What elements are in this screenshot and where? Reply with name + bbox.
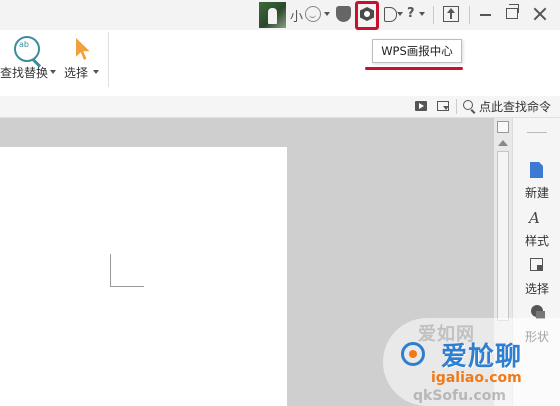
select-icon xyxy=(530,258,543,271)
search-icon[interactable] xyxy=(463,100,473,110)
find-replace-icon[interactable]: ab xyxy=(14,36,40,62)
watermark-title: 爱尬聊 xyxy=(441,342,523,372)
avatar[interactable] xyxy=(259,2,286,28)
margin-marker xyxy=(110,254,111,286)
watermark-url-secondary: qkSofu.com xyxy=(413,388,506,404)
title-bar: 小 ? xyxy=(0,0,560,30)
skin-icon[interactable] xyxy=(384,7,397,22)
task-pane-label: 样式 xyxy=(524,234,549,248)
find-replace-button[interactable]: 查找替换 xyxy=(0,64,48,81)
split-view-icon[interactable] xyxy=(497,121,509,133)
document-page[interactable] xyxy=(0,147,287,406)
new-doc-icon xyxy=(530,162,543,178)
ribbon: ab 查找替换 选择 xyxy=(0,30,560,96)
video-icon[interactable] xyxy=(415,101,427,111)
scroll-up-icon[interactable] xyxy=(498,140,508,146)
download-icon[interactable] xyxy=(437,101,449,111)
task-pane-select[interactable]: 选择 xyxy=(513,252,560,302)
restore-icon[interactable] xyxy=(506,4,519,19)
quick-toolbar: 点此查找命令 xyxy=(0,96,560,118)
watermark-logo-icon xyxy=(401,342,425,366)
user-name-label[interactable]: 小 xyxy=(290,6,303,25)
chevron-down-icon[interactable] xyxy=(93,70,99,74)
task-pane-style[interactable]: A 样式 xyxy=(513,204,560,254)
select-button[interactable]: 选择 xyxy=(64,64,88,81)
chevron-down-icon[interactable] xyxy=(50,70,56,74)
scrollbar-thumb[interactable] xyxy=(497,151,509,321)
help-button[interactable]: ? xyxy=(407,6,415,21)
drag-handle[interactable] xyxy=(527,132,547,133)
task-pane-new[interactable]: 新建 xyxy=(513,156,560,206)
chevron-down-icon[interactable] xyxy=(419,12,425,16)
divider xyxy=(469,6,470,24)
close-icon[interactable] xyxy=(532,6,548,22)
shape-icon xyxy=(531,305,545,319)
chevron-down-icon[interactable] xyxy=(324,12,330,16)
task-pane-label: 新建 xyxy=(524,186,549,200)
style-icon: A xyxy=(529,209,540,227)
divider xyxy=(456,99,457,114)
divider xyxy=(108,32,109,87)
watermark-url: igaliao.com xyxy=(431,370,522,386)
chevron-down-icon[interactable] xyxy=(397,12,403,16)
cursor-icon[interactable] xyxy=(76,38,90,60)
divider xyxy=(433,6,434,24)
tooltip: WPS画报中心 xyxy=(372,39,462,63)
shield-icon[interactable] xyxy=(336,6,351,22)
smile-icon[interactable] xyxy=(305,6,321,22)
annotation-underline xyxy=(365,67,463,70)
margin-marker xyxy=(110,286,144,287)
upload-icon[interactable] xyxy=(443,6,459,22)
highlight-box xyxy=(355,1,379,30)
command-search-button[interactable]: 点此查找命令 xyxy=(479,98,551,115)
watermark: 爱如网 爱尬聊 igaliao.com qkSofu.com xyxy=(383,318,560,406)
task-pane-label: 选择 xyxy=(524,282,549,296)
minimize-icon[interactable] xyxy=(480,14,491,16)
